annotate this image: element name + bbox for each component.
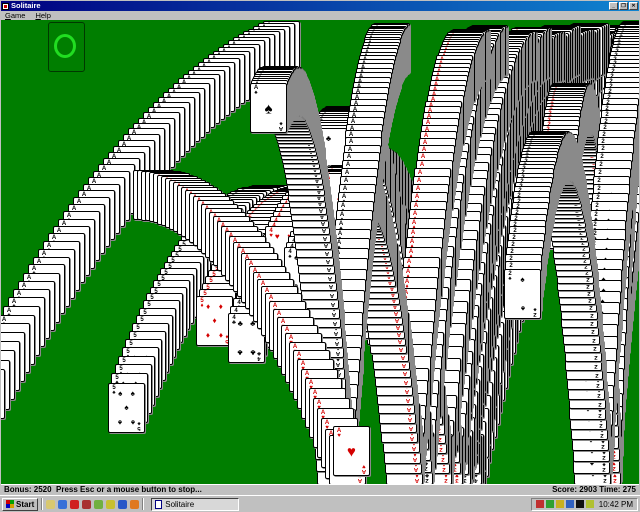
network-tray-icon	[566, 500, 574, 508]
orange-browser-icon[interactable]	[130, 500, 139, 509]
taskbar-divider	[41, 498, 43, 510]
browser-globe-icon[interactable]	[58, 500, 67, 509]
minimize-button[interactable]: _	[609, 2, 618, 10]
stock-ring-icon	[54, 34, 76, 58]
titlebar[interactable]: Solitaire _ ❐ ✕	[1, 1, 639, 11]
card-A-hearts: A♥A♥♥	[333, 426, 370, 476]
card-5-spades: 5♠5♠♠♠♠♠♠	[108, 383, 145, 433]
mail-app-icon[interactable]	[82, 500, 91, 509]
menu-item-game[interactable]: Game	[5, 11, 25, 20]
start-button[interactable]: Start	[2, 498, 38, 511]
stock-pile-empty[interactable]	[48, 22, 85, 72]
display-tray-icon	[576, 500, 584, 508]
quick-launch-bar	[46, 500, 139, 509]
red-ring-app-icon[interactable]	[70, 500, 79, 509]
desktop: Solitaire _ ❐ ✕ Game Help 5♠5♠♠♠♠♠♠5♠5♠♠♠…	[0, 0, 640, 512]
playfield[interactable]: 5♠5♠♠♠♠♠♠5♠5♠♠♠♠♠♠5♠5♠♠♠♠♠♠5♠5♠♠♠♠♠♠5♠5♠…	[1, 20, 639, 484]
tray-icons	[536, 500, 594, 508]
antivirus-tray-icon	[536, 500, 544, 508]
scheduler-tray-icon	[546, 500, 554, 508]
power-tray-icon	[586, 500, 594, 508]
card-A-spades: A♠A♠♠	[250, 83, 287, 133]
show-desktop-icon[interactable]	[46, 500, 55, 509]
window-title: Solitaire	[11, 1, 41, 11]
taskbar-clock[interactable]: 10:42 PM	[599, 500, 633, 509]
system-tray: 10:42 PM	[531, 498, 638, 511]
start-button-label: Start	[16, 500, 34, 509]
solitaire-task-icon	[155, 500, 162, 509]
messenger-app-icon[interactable]	[118, 500, 127, 509]
taskbar-divider	[142, 498, 144, 510]
status-bar: Bonus: 2520 Press Esc or a mouse button …	[1, 484, 639, 495]
status-bonus-message: Bonus: 2520 Press Esc or a mouse button …	[1, 485, 202, 495]
taskbar-item-solitaire[interactable]: Solitaire	[151, 498, 239, 511]
status-score-time: Score: 2903 Time: 275	[552, 485, 639, 495]
restore-button[interactable]: ❐	[619, 2, 628, 10]
taskbar-item-label: Solitaire	[165, 500, 194, 509]
media-app-icon[interactable]	[94, 500, 103, 509]
taskbar: Start Solitaire 10:42 PM	[0, 495, 640, 512]
solitaire-app-icon	[2, 3, 9, 10]
card-2-spades: 2♠2♠♠♠	[504, 269, 541, 319]
card-A-clubs: A♣A♣♣	[1, 369, 5, 419]
menubar: Game Help	[1, 11, 639, 20]
volume-tray-icon	[556, 500, 564, 508]
close-button[interactable]: ✕	[629, 2, 638, 10]
settings-app-icon[interactable]	[106, 500, 115, 509]
menu-item-help[interactable]: Help	[35, 11, 50, 20]
windows-flag-icon	[6, 500, 14, 508]
